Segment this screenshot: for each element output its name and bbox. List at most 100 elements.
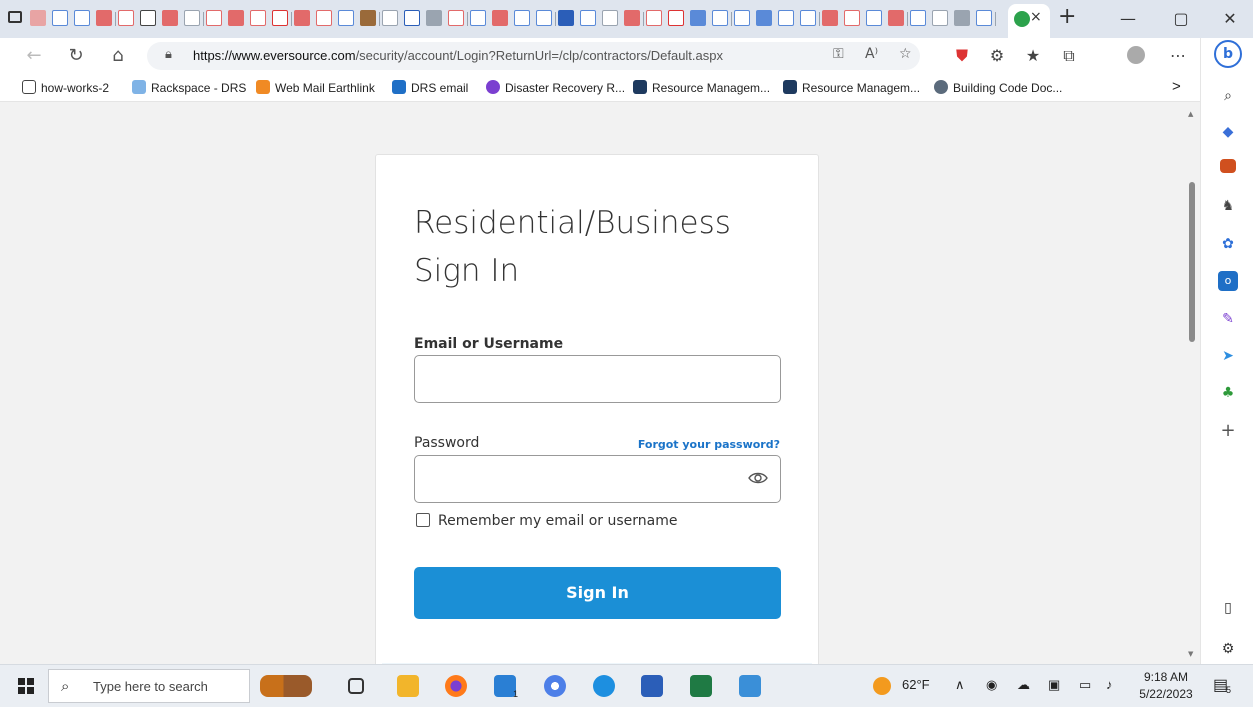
pinned-tab-icon[interactable]	[294, 10, 310, 26]
pinned-tab-icon[interactable]	[668, 10, 684, 26]
send-icon[interactable]: ➤	[1218, 346, 1238, 366]
pinned-tab-icon[interactable]	[228, 10, 244, 26]
pinned-tab-icon[interactable]	[96, 10, 112, 26]
pinned-tab-icon[interactable]	[756, 10, 772, 26]
pinned-tab-icon[interactable]	[932, 10, 948, 26]
active-tab[interactable]	[1008, 4, 1050, 38]
remember-me-checkbox[interactable]	[416, 513, 430, 527]
designer-icon[interactable]: ✎	[1218, 309, 1238, 329]
task-view-icon[interactable]	[348, 678, 364, 694]
taskbar-clock[interactable]: 9:18 AM 5/22/2023	[1136, 669, 1196, 703]
pinned-tab-icon[interactable]	[536, 10, 552, 26]
excel-icon[interactable]	[690, 675, 712, 697]
pinned-tab-icon[interactable]	[954, 10, 970, 26]
firefox-icon[interactable]	[445, 675, 467, 697]
favorites-icon[interactable]: ★	[1021, 44, 1045, 68]
add-sidebar-app-icon[interactable]: +	[1218, 421, 1238, 441]
pinned-tab-icon[interactable]	[338, 10, 354, 26]
minimize-button[interactable]: —	[1108, 5, 1148, 33]
tab-close-button[interactable]: ×	[1030, 9, 1042, 25]
lock-icon[interactable]: 🔒︎	[165, 47, 172, 62]
password-input[interactable]	[414, 455, 781, 503]
pinned-tab-icon[interactable]	[250, 10, 266, 26]
word-icon[interactable]	[641, 675, 663, 697]
more-options-icon[interactable]: ⋯	[1166, 44, 1190, 68]
sign-in-button[interactable]: Sign In	[414, 567, 781, 619]
shopping-tag-icon[interactable]: ◆	[1218, 122, 1238, 142]
copilot-icon[interactable]	[544, 675, 566, 697]
pinned-tab-icon[interactable]	[404, 10, 420, 26]
pinned-tab-icon[interactable]	[888, 10, 904, 26]
network-icon[interactable]: ▣	[1048, 677, 1060, 693]
pinned-tab-icon[interactable]	[74, 10, 90, 26]
tray-expand-icon[interactable]: ∧	[955, 677, 965, 693]
photos-icon[interactable]	[739, 675, 761, 697]
pinned-tab-icon[interactable]	[558, 10, 574, 26]
battery-icon[interactable]: ▭	[1079, 677, 1091, 693]
cloud-icon[interactable]: ☁	[1017, 677, 1030, 693]
pinned-tab-icon[interactable]	[448, 10, 464, 26]
pinned-tab-icon[interactable]	[206, 10, 222, 26]
new-tab-button[interactable]: +	[1058, 4, 1076, 29]
forgot-password-link[interactable]: Forgot your password?	[638, 438, 780, 451]
extensions-icon[interactable]: ⚙	[985, 44, 1009, 68]
profile-avatar-icon[interactable]	[1127, 46, 1145, 64]
pinned-tab-icon[interactable]	[140, 10, 156, 26]
pinned-tab-icon[interactable]	[118, 10, 134, 26]
refresh-icon[interactable]: ↻	[64, 44, 88, 68]
remember-me[interactable]: Remember my email or username	[416, 513, 678, 529]
pinned-tab-icon[interactable]	[712, 10, 728, 26]
scroll-down-arrow[interactable]: ▼	[1188, 650, 1193, 658]
back-icon[interactable]: ←	[22, 44, 46, 68]
favorite-item[interactable]: Resource Managem...	[633, 80, 770, 95]
pinned-tab-icon[interactable]	[690, 10, 706, 26]
restore-button[interactable]: ▢	[1161, 5, 1201, 33]
pinned-tab-icon[interactable]	[800, 10, 816, 26]
pinned-tab-icon[interactable]	[844, 10, 860, 26]
favorite-item[interactable]: Rackspace - DRS	[132, 80, 246, 95]
pinned-tab-icon[interactable]	[52, 10, 68, 26]
hide-sidebar-icon[interactable]: ▯	[1218, 598, 1238, 618]
pinned-tab-icon[interactable]	[976, 10, 992, 26]
edge-icon[interactable]	[593, 675, 615, 697]
pinned-tab-icon[interactable]	[602, 10, 618, 26]
tools-briefcase-icon[interactable]	[1220, 159, 1236, 173]
office-icon[interactable]: ✿	[1218, 234, 1238, 254]
scroll-up-arrow[interactable]: ▲	[1188, 110, 1193, 118]
tree-icon[interactable]: ♣	[1218, 383, 1238, 403]
pinned-tab-icon[interactable]	[624, 10, 640, 26]
bing-chat-icon[interactable]: b	[1214, 40, 1242, 68]
pinned-tab-icon[interactable]	[646, 10, 662, 26]
windows-start-icon[interactable]	[18, 678, 34, 694]
email-input[interactable]	[414, 355, 781, 403]
pinned-tab-icon[interactable]	[272, 10, 288, 26]
favorites-overflow-button[interactable]: >	[1172, 78, 1181, 95]
favorite-item[interactable]: Disaster Recovery R...	[486, 80, 625, 95]
pinned-tab-icon[interactable]	[426, 10, 442, 26]
home-icon[interactable]: ⌂	[106, 44, 130, 68]
taskbar-search-box[interactable]: ⌕ Type here to search	[48, 669, 250, 703]
pinned-tab-icon[interactable]	[382, 10, 398, 26]
pinned-tab-icon[interactable]	[470, 10, 486, 26]
favorite-item[interactable]: Resource Managem...	[783, 80, 920, 95]
address-bar[interactable]: 🔒︎ https://www.eversource.com/security/a…	[147, 42, 920, 70]
outlook-icon[interactable]: o	[1218, 271, 1238, 291]
weather-sun-icon[interactable]	[873, 677, 891, 695]
favorite-item[interactable]: Building Code Doc...	[934, 80, 1062, 95]
pinned-tab-icon[interactable]	[316, 10, 332, 26]
pinned-tab-icon[interactable]	[910, 10, 926, 26]
tray-app-icon[interactable]: ◉	[986, 677, 997, 693]
volume-icon[interactable]: ♪	[1106, 677, 1113, 692]
favorite-item[interactable]: Web Mail Earthlink	[256, 80, 375, 95]
pinned-tab-icon[interactable]	[360, 10, 376, 26]
read-aloud-icon[interactable]: A⁾	[865, 46, 878, 62]
url-text[interactable]: https://www.eversource.com/security/acco…	[193, 48, 723, 63]
add-favorite-icon[interactable]: ☆	[899, 46, 912, 62]
close-window-button[interactable]: ✕	[1210, 5, 1250, 33]
games-icon[interactable]: ♞	[1218, 196, 1238, 216]
show-password-eye-icon[interactable]	[748, 470, 768, 486]
pinned-tab-icon[interactable]	[514, 10, 530, 26]
search-icon[interactable]: ⌕	[1218, 86, 1238, 106]
pinned-tab-icon[interactable]	[30, 10, 46, 26]
pinned-tab-icon[interactable]	[822, 10, 838, 26]
